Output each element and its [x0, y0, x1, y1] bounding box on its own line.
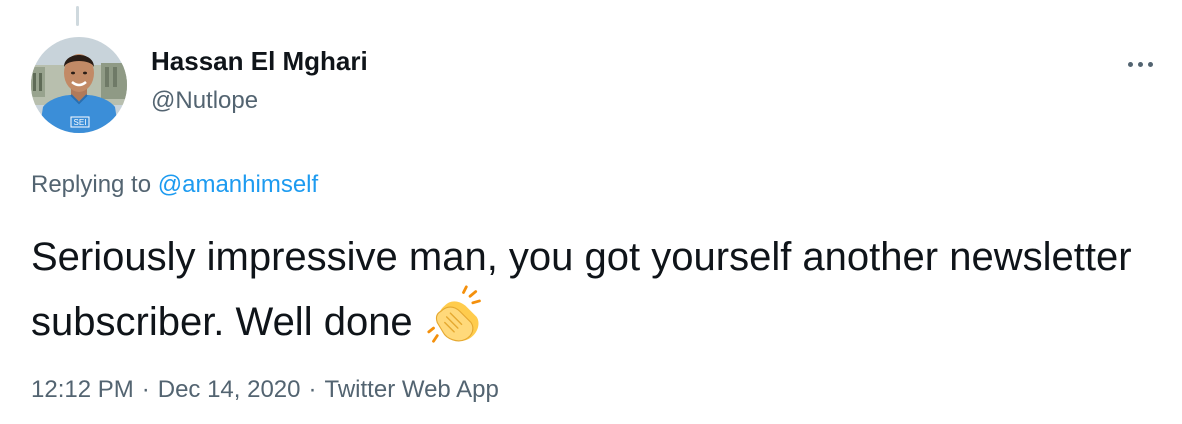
- avatar[interactable]: SEI: [31, 37, 127, 133]
- meta-separator: ·: [141, 376, 150, 403]
- more-options-button[interactable]: [1120, 44, 1160, 84]
- tweet-source[interactable]: Twitter Web App: [325, 376, 499, 403]
- reply-mention-link[interactable]: @amanhimself: [158, 171, 318, 198]
- tweet-time[interactable]: 12:12 PM: [31, 376, 134, 403]
- author-handle[interactable]: @Nutlope: [151, 86, 368, 116]
- tweet-text: Seriously impressive man, you got yourse…: [31, 230, 1141, 350]
- tweet-meta: 12:12 PM · Dec 14, 2020 · Twitter Web App: [31, 374, 499, 406]
- author-block: Hassan El Mghari @Nutlope: [151, 44, 368, 116]
- tweet-body: Seriously impressive man, you got yourse…: [31, 235, 1132, 344]
- avatar-photo: SEI: [31, 37, 127, 133]
- more-horizontal-icon: [1125, 61, 1155, 67]
- author-display-name[interactable]: Hassan El Mghari: [151, 44, 368, 78]
- replying-to-line: Replying to @amanhimself: [31, 169, 318, 201]
- replying-to-label: Replying to: [31, 171, 152, 198]
- clapping-hands-icon: [427, 285, 481, 343]
- tweet: SEI Hassan El Mghari @Nutlope Replying t…: [0, 0, 1182, 424]
- avatar-shirt-text: SEI: [74, 118, 87, 127]
- thread-connector-line: [76, 6, 79, 26]
- meta-separator: ·: [308, 376, 317, 403]
- tweet-date[interactable]: Dec 14, 2020: [158, 376, 301, 403]
